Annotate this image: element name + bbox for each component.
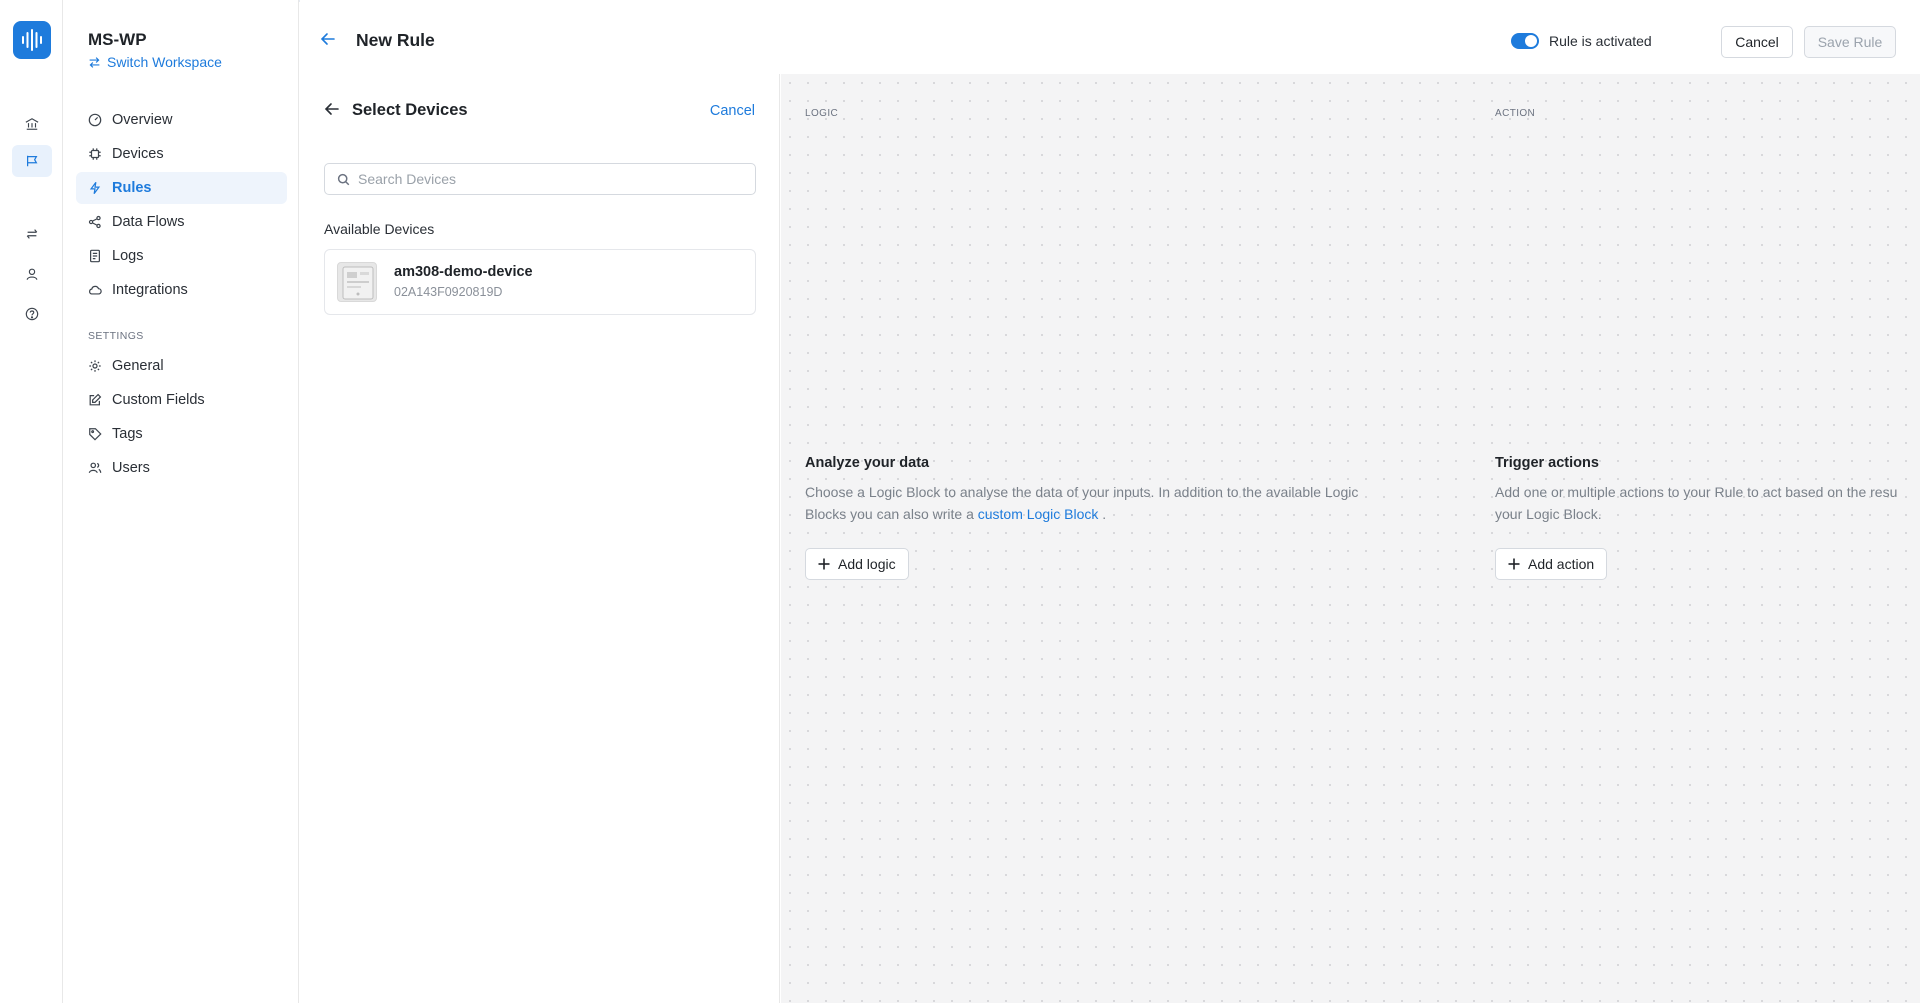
page-title: New Rule [356,30,435,50]
device-name: am308-demo-device [394,264,533,280]
sidebar-item-label: Data Flows [112,214,185,230]
logic-desc-line-1: Choose a Logic Block to analyse the data… [805,484,1359,500]
back-arrow-icon[interactable] [320,32,336,51]
action-desc-line-2: your Logic Block. [1495,506,1602,522]
toggle-label: Rule is activated [1549,33,1652,49]
icon-rail [0,0,63,1003]
device-thumbnail [337,262,377,302]
logic-desc-line-2: Blocks you can also write a [805,506,974,522]
sidebar-item-label: Tags [112,426,143,442]
sidebar-item-tags[interactable]: Tags [76,418,287,450]
sidebar-item-custom-fields[interactable]: Custom Fields [76,384,287,416]
panel-title: Select Devices [352,101,468,119]
cancel-button[interactable]: Cancel [1721,26,1793,58]
chip-icon [89,148,101,160]
select-devices-panel: Select Devices Cancel Available Devices … [300,74,855,1003]
sidebar-item-rules[interactable]: Rules [76,172,287,204]
action-desc-line-1: Add one or multiple actions to your Rule… [1495,484,1898,500]
home-icon[interactable] [12,108,52,140]
sidebar-item-label: Integrations [112,282,188,298]
users-icon [88,462,102,474]
save-rule-button[interactable]: Save Rule [1804,26,1896,58]
switch-workspace-link[interactable]: Switch Workspace [88,54,222,70]
action-description: Add one or multiple actions to your Rule… [1495,481,1920,525]
sidebar-item-general[interactable]: General [76,350,287,382]
plus-icon [818,558,830,570]
sidebar-item-data-flows[interactable]: Data Flows [76,206,287,238]
gauge-icon [88,113,102,127]
plus-icon [1508,558,1520,570]
page-header: New Rule Rule is activated Cancel Save R… [300,0,1920,74]
device-card[interactable]: am308-demo-device 02A143F0920819D [324,249,756,315]
rule-active-toggle-group: Rule is activated [1511,33,1652,49]
user-icon[interactable] [12,258,52,290]
sidebar-item-label: Rules [112,180,152,196]
settings-heading: SETTINGS [88,330,144,342]
sidebar-item-label: Custom Fields [112,392,205,408]
add-logic-label: Add logic [838,556,896,572]
share-icon [88,215,101,229]
sidebar-item-label: Devices [112,146,164,162]
workspace-name: MS-WP [88,30,147,49]
tag-icon [89,428,102,441]
action-title: Trigger actions [1495,455,1599,471]
panel-back-arrow-icon[interactable] [324,102,340,121]
available-devices-label: Available Devices [324,221,435,237]
log-icon [90,249,100,263]
help-icon[interactable] [12,298,52,330]
logic-description: Choose a Logic Block to analyse the data… [805,481,1425,525]
edit-icon [89,393,102,406]
add-action-label: Add action [1528,556,1595,572]
action-column-label: ACTION [1495,108,1536,119]
sidebar-item-label: Users [112,460,150,476]
flag-icon[interactable] [12,145,52,177]
search-icon [337,173,350,185]
rule-active-toggle[interactable] [1511,33,1539,49]
logic-column-label: LOGIC [805,108,839,119]
logic-desc-end: . [1102,506,1107,522]
sidebar-nav: MS-WP Switch Workspace Overview Devices … [63,0,299,1003]
app-logo-icon[interactable] [13,21,51,59]
logic-title: Analyze your data [805,455,930,471]
sidebar-item-label: General [112,358,164,374]
custom-logic-block-link[interactable]: custom Logic Block [978,506,1099,522]
sidebar-item-devices[interactable]: Devices [76,138,287,170]
device-id: 02A143F0920819D [394,285,503,299]
panel-cancel-link[interactable]: Cancel [710,103,755,119]
search-devices-input[interactable] [358,171,738,187]
sidebar-item-integrations[interactable]: Integrations [76,274,287,306]
sidebar-item-label: Logs [112,248,144,264]
switch-icon [89,56,100,68]
sidebar-item-overview[interactable]: Overview [76,104,287,136]
rule-canvas: LOGIC ACTION Analyze your data Choose a … [781,74,1920,1003]
lightning-icon [89,181,101,195]
switch-workspace-label: Switch Workspace [107,54,222,70]
sidebar-item-users[interactable]: Users [76,452,287,484]
gear-icon [89,360,101,372]
sidebar-item-logs[interactable]: Logs [76,240,287,272]
sidebar-item-label: Overview [112,112,173,128]
add-logic-button[interactable]: Add logic [805,548,909,580]
search-box [324,163,756,195]
add-action-button[interactable]: Add action [1495,548,1608,580]
swap-icon[interactable] [12,218,52,250]
cloud-icon [89,285,102,295]
